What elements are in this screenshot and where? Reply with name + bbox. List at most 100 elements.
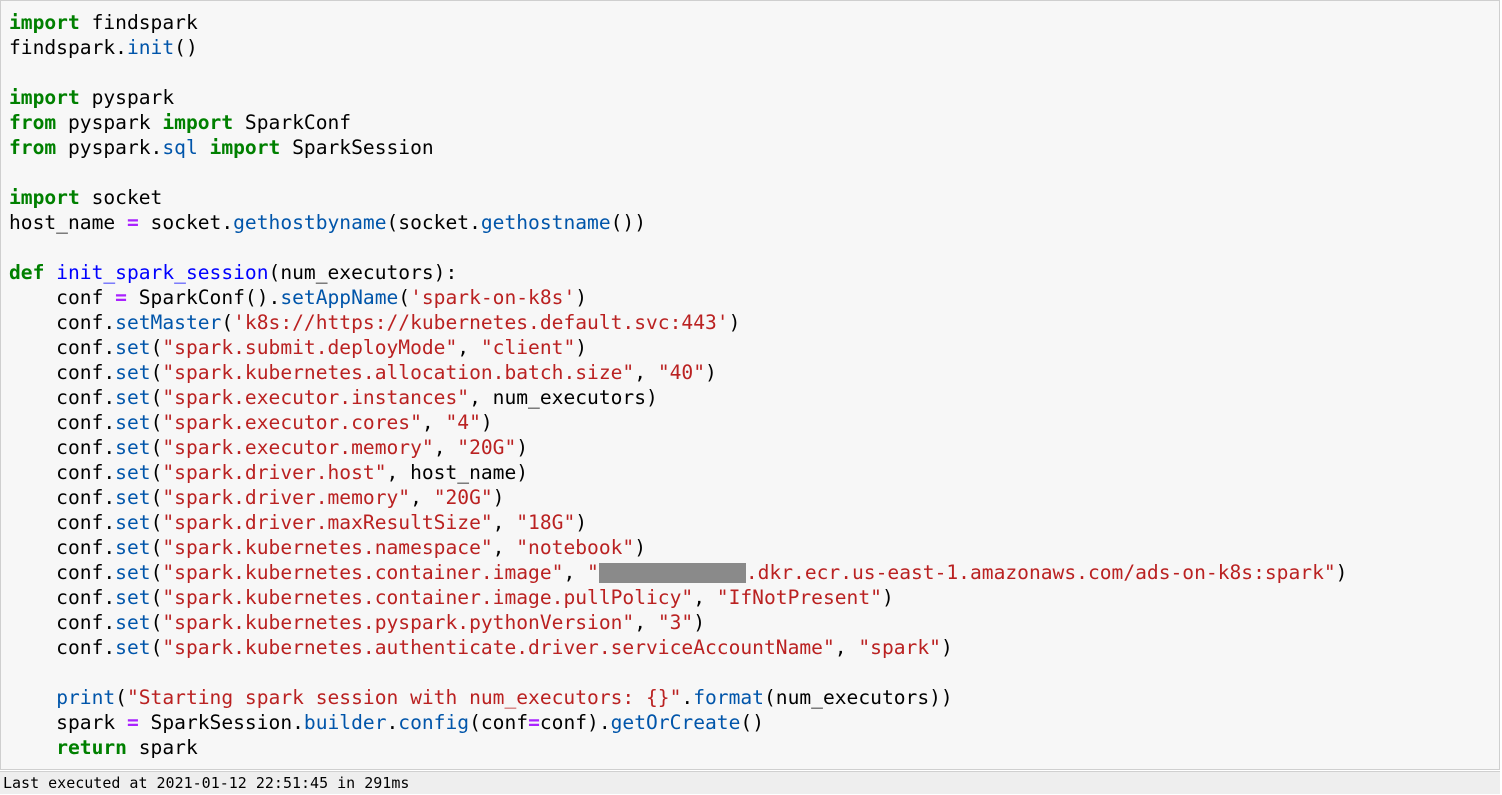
- code-token: .dkr.ecr.us-east-1.amazonaws.com/ads-on-…: [745, 561, 1336, 584]
- code-token: ): [705, 361, 717, 384]
- code-token: pyspark: [56, 111, 163, 134]
- code-line: print("Starting spark session with num_e…: [9, 685, 1347, 710]
- code-token: init: [126, 36, 175, 59]
- code-line: conf.set("spark.submit.deployMode", "cli…: [9, 335, 1347, 360]
- code-token: ,: [834, 636, 859, 659]
- code-token: gethostname: [480, 211, 611, 234]
- code-token: ): [575, 511, 588, 534]
- code-line: spark = SparkSession.builder.config(conf…: [9, 710, 1347, 735]
- code-token: 'spark-on-k8s': [410, 286, 576, 309]
- code-token: ): [634, 536, 647, 559]
- code-token: conf.: [9, 511, 116, 534]
- code-token: from: [9, 136, 57, 159]
- code-token: format: [693, 686, 764, 709]
- code-token: pyspark.: [56, 136, 163, 159]
- code-line: conf.set("spark.kubernetes.allocation.ba…: [9, 360, 1347, 385]
- code-token: print: [56, 686, 116, 709]
- code-token: (: [150, 611, 163, 634]
- code-token: conf.: [9, 536, 116, 559]
- code-token: set: [115, 461, 151, 484]
- code-cell[interactable]: import findspark findspark.init() import …: [0, 0, 1500, 770]
- code-token: conf.: [9, 636, 116, 659]
- code-token: "20G": [433, 486, 493, 509]
- code-token: (: [150, 336, 163, 359]
- code-line: conf.setMaster('k8s://https://kubernetes…: [9, 310, 1347, 335]
- code-token: (: [150, 586, 163, 609]
- code-token: ): [575, 286, 588, 309]
- code-token: builder: [303, 711, 387, 734]
- code-token: ): [940, 636, 953, 659]
- code-line: conf.set("spark.driver.maxResultSize", "…: [9, 510, 1347, 535]
- code-token: ): [728, 311, 741, 334]
- code-token: set: [115, 386, 151, 409]
- code-token: (: [150, 511, 163, 534]
- code-token: (: [150, 561, 163, 584]
- code-token: findspark.: [9, 36, 127, 59]
- code-line: import pyspark: [9, 85, 1347, 110]
- code-token: "spark.kubernetes.namespace": [162, 536, 493, 559]
- code-token: set: [115, 511, 151, 534]
- code-line: conf.set("spark.driver.host", host_name): [9, 460, 1347, 485]
- code-token: ,: [693, 586, 717, 609]
- code-token: socket: [79, 186, 163, 209]
- code-token: (conf: [469, 711, 529, 734]
- code-token: "spark.executor.cores": [162, 411, 422, 434]
- code-token: host_name: [9, 211, 127, 234]
- code-token: ): [881, 586, 894, 609]
- code-token: ,: [492, 536, 517, 559]
- code-token: conf).: [539, 711, 611, 734]
- code-token: .: [386, 711, 399, 734]
- code-line: conf.set("spark.driver.memory", "20G"): [9, 485, 1347, 510]
- code-token: set: [115, 611, 151, 634]
- code-token: (: [150, 436, 163, 459]
- code-token: "spark.submit.deployMode": [162, 336, 458, 359]
- code-token: findspark: [79, 11, 198, 34]
- code-token: "spark.executor.instances": [162, 386, 470, 409]
- code-token: "spark.driver.maxResultSize": [162, 511, 493, 534]
- code-line: conf.set("spark.executor.memory", "20G"): [9, 435, 1347, 460]
- code-token: pyspark: [79, 86, 175, 109]
- code-line: conf.set("spark.kubernetes.namespace", "…: [9, 535, 1347, 560]
- code-token: conf.: [9, 611, 116, 634]
- code-token: set: [115, 561, 151, 584]
- code-token: (num_executors)): [763, 686, 953, 709]
- code-token: sql: [162, 136, 198, 159]
- execution-status-text: Last executed at 2021-01-12 22:51:45 in …: [3, 774, 410, 792]
- code-token: import: [209, 136, 281, 159]
- code-line: conf = SparkConf().setAppName('spark-on-…: [9, 285, 1347, 310]
- code-token: ,: [634, 611, 658, 634]
- code-line: conf.set("spark.kubernetes.pyspark.pytho…: [9, 610, 1347, 635]
- code-token: ": [587, 561, 599, 584]
- code-token: set: [115, 411, 151, 434]
- code-token: (: [221, 311, 234, 334]
- code-token: "20G": [457, 436, 517, 459]
- code-token: "spark": [858, 636, 941, 659]
- code-token: import: [9, 186, 80, 209]
- code-token: set: [115, 636, 151, 659]
- code-token: (: [150, 386, 163, 409]
- code-token: =: [528, 711, 540, 734]
- execution-status-bar: Last executed at 2021-01-12 22:51:45 in …: [0, 771, 1500, 794]
- code-token: setAppName: [280, 286, 399, 309]
- code-token: (): [174, 36, 198, 59]
- code-token: =: [126, 211, 139, 234]
- code-line: from pyspark import SparkConf: [9, 110, 1347, 135]
- code-token: SparkConf().: [126, 286, 281, 309]
- code-token: socket.: [138, 211, 234, 234]
- code-token: conf.: [9, 561, 116, 584]
- code-token: "spark.kubernetes.allocation.batch.size": [162, 361, 635, 384]
- code-token: "IfNotPresent": [716, 586, 882, 609]
- code-line: def init_spark_session(num_executors):: [9, 260, 1347, 285]
- code-token: conf.: [9, 361, 116, 384]
- code-token: def: [9, 261, 45, 284]
- code-token: (: [150, 486, 163, 509]
- code-token: , host_name): [386, 461, 529, 484]
- code-token: import: [162, 111, 234, 134]
- code-editor[interactable]: import findspark findspark.init() import …: [9, 10, 1347, 760]
